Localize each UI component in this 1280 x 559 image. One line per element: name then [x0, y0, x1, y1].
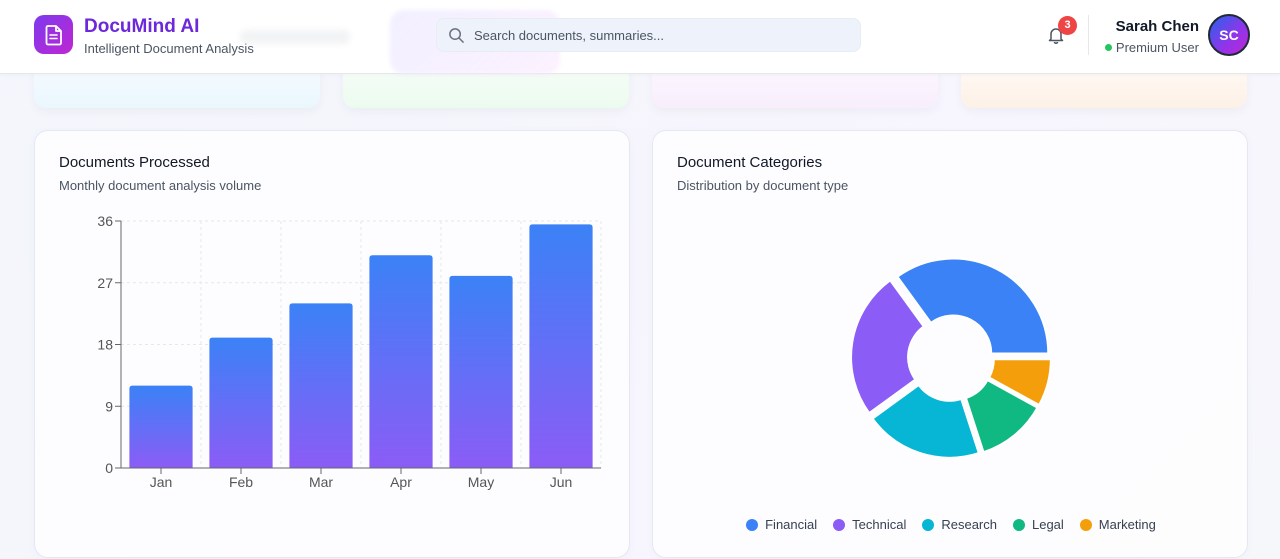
categories-donut-chart [850, 257, 1052, 459]
search-input[interactable] [474, 19, 854, 51]
bar-mar [289, 303, 353, 468]
online-status-dot [1104, 44, 1112, 51]
legend-label: Marketing [1098, 517, 1156, 532]
documents-bar-chart: 0 9 18 27 36 Jan Feb Mar Apr May Jun [97, 213, 602, 490]
legend-label: Legal [1031, 517, 1064, 532]
x-tick-label: May [468, 474, 494, 490]
documents-processed-card: Documents Processed Monthly document ana… [34, 130, 630, 558]
x-tick-label: Jun [550, 474, 573, 490]
legend-label: Research [941, 517, 997, 532]
legend-swatch [922, 518, 935, 531]
legend-label: Financial [765, 517, 818, 532]
slice-financial [896, 257, 1050, 355]
app-title: DocuMind AI [84, 16, 200, 37]
bar-feb [209, 337, 273, 468]
document-categories-card: Document Categories Distribution by docu… [652, 130, 1248, 558]
search-icon [449, 28, 464, 43]
legend-item-legal[interactable]: Legal [1012, 517, 1064, 532]
x-tick-label: Jan [150, 474, 173, 490]
user-name: Sarah Chen [1115, 18, 1199, 35]
header-divider [1088, 15, 1089, 55]
bar-jan [129, 385, 193, 468]
app-logo[interactable] [34, 15, 73, 54]
faded-background-element [240, 30, 350, 44]
x-tick-label: Mar [309, 474, 333, 490]
user-status: Premium User [1096, 40, 1199, 55]
bar-jun [529, 224, 593, 468]
bar-apr [369, 255, 433, 468]
y-tick-label: 9 [105, 398, 113, 414]
legend-item-marketing[interactable]: Marketing [1079, 517, 1156, 532]
legend-swatch [1079, 518, 1092, 531]
y-tick-label: 36 [97, 213, 113, 229]
legend-item-technical[interactable]: Technical [833, 517, 906, 532]
legend-swatch [833, 518, 846, 531]
document-icon [45, 24, 62, 45]
avatar[interactable]: SC [1208, 14, 1250, 56]
chart-legend: Financial Technical Research Legal Marketing [653, 517, 1249, 532]
x-tick-label: Apr [390, 474, 412, 490]
y-tick-label: 27 [97, 275, 113, 291]
legend-item-research[interactable]: Research [922, 517, 997, 532]
bar-may [449, 275, 513, 468]
search-bar[interactable] [436, 18, 861, 52]
top-header: DocuMind AI Intelligent Document Analysi… [0, 0, 1280, 74]
y-tick-label: 18 [97, 337, 113, 353]
user-status-label: Premium User [1115, 40, 1199, 55]
x-tick-label: Feb [229, 474, 253, 490]
notification-badge[interactable]: 3 [1058, 16, 1077, 35]
legend-label: Technical [852, 517, 907, 532]
legend-swatch [746, 518, 759, 531]
legend-item-financial[interactable]: Financial [746, 517, 817, 532]
legend-swatch [1012, 518, 1025, 531]
y-tick-label: 0 [105, 460, 113, 476]
app-subtitle: Intelligent Document Analysis [84, 41, 254, 56]
